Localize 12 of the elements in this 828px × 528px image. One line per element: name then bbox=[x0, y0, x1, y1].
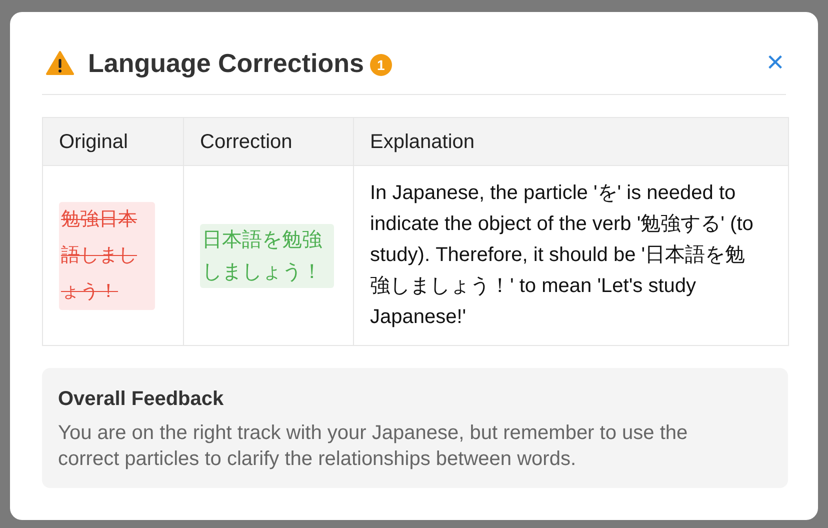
feedback-text: You are on the right track with your Japanese, but remember to use the correct particles to clarify the relationships between words. bbox=[58, 421, 689, 472]
warning-icon bbox=[46, 50, 74, 76]
corrected-text: 日本語を勉強しましょう！ bbox=[200, 224, 334, 288]
column-header: Correction bbox=[184, 118, 354, 166]
column-header: Original bbox=[42, 118, 184, 166]
column-header: Explanation bbox=[354, 118, 788, 166]
count-badge: 1 bbox=[370, 54, 392, 76]
explanation-text: In Japanese, the particle 'を' is needed to indicate the object of the verb '勉強する' (to study). Therefore, it should be '日本語を勉強しましょう！' to mean 'Let's study Japanese!' bbox=[354, 166, 788, 346]
feedback-title: Overall Feedback bbox=[58, 387, 225, 412]
original-text: 勉強日本語しましょう！ bbox=[59, 202, 155, 310]
close-button[interactable]: × bbox=[766, 48, 784, 78]
dialog-title: Language Corrections bbox=[88, 46, 364, 80]
